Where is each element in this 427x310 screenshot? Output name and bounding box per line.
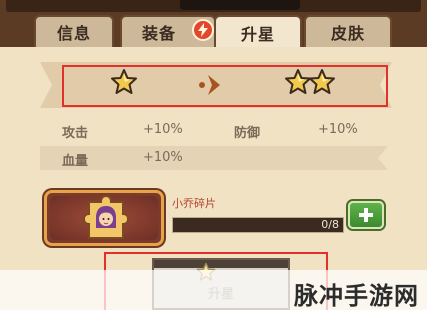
top-bar-notch [180, 0, 300, 10]
hero-shard-puzzle-icon [83, 194, 129, 239]
tab-star-upgrade[interactable]: 升星 [214, 15, 302, 49]
attack-label: 攻击 [62, 126, 89, 141]
attack-value: +10% [143, 122, 183, 137]
site-watermark: 脉冲手游网 [294, 282, 419, 310]
arrow-right-icon [199, 75, 220, 95]
defense-label: 防御 [234, 126, 261, 141]
tab-equipment-label: 装备 [141, 24, 176, 43]
tab-star-upgrade-label: 升星 [240, 25, 275, 44]
tab-skin[interactable]: 皮肤 [304, 15, 392, 47]
shard-progress-text: 0/8 [321, 218, 339, 231]
hp-row-band [40, 146, 388, 170]
add-shard-button[interactable] [348, 201, 384, 229]
lightning-icon [198, 23, 208, 37]
shard-progress-bar: 0/8 [172, 217, 344, 233]
hp-label: 血量 [62, 154, 89, 169]
star-icon-next-2 [309, 69, 335, 94]
tab-skin-label: 皮肤 [330, 24, 365, 43]
lightning-badge-icon [192, 19, 214, 41]
defense-value: +10% [318, 122, 358, 137]
hero-shard-portrait[interactable] [44, 190, 164, 246]
hp-value: +10% [143, 150, 183, 165]
plus-icon [359, 208, 373, 222]
tab-info-label: 信息 [56, 24, 91, 43]
shard-name-label: 小乔碎片 [172, 197, 216, 210]
tab-info[interactable]: 信息 [34, 15, 114, 47]
star-icon-current [111, 69, 137, 94]
